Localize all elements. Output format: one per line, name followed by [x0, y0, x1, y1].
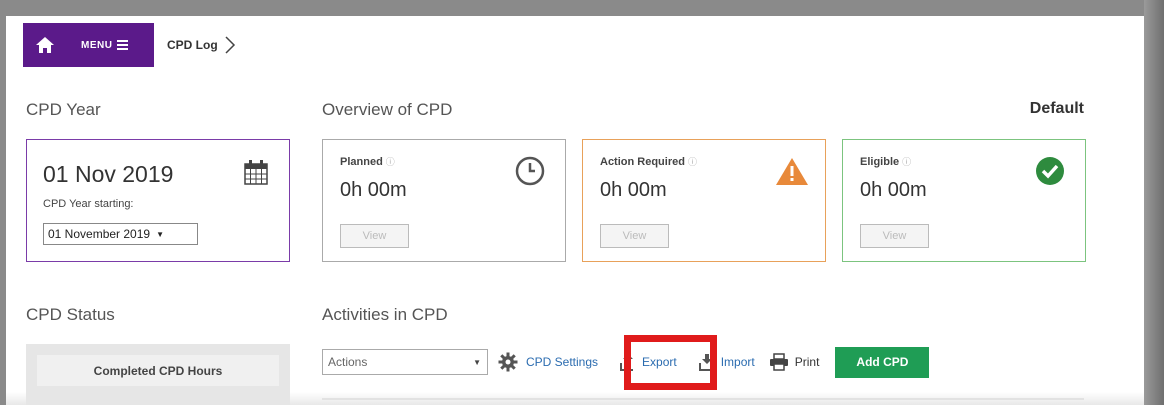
- cpd-year-title: CPD Year: [26, 100, 101, 119]
- print-link[interactable]: Print: [769, 353, 820, 371]
- help-icon[interactable]: ⓘ: [688, 157, 697, 167]
- cpd-settings-label: CPD Settings: [526, 355, 599, 369]
- completed-cpd-hours-label: Completed CPD Hours: [37, 355, 279, 386]
- default-label: Default: [1029, 100, 1084, 117]
- menu-button[interactable]: MENU: [23, 23, 154, 67]
- cpd-year-starting-label: CPD Year starting:: [43, 198, 134, 210]
- cpd-year-card: 01 Nov 2019 CPD Year starting: 01 Novemb…: [26, 139, 290, 262]
- cpd-year-select-value: 01 November 2019: [48, 227, 151, 241]
- printer-icon: [769, 353, 788, 371]
- planned-view-button[interactable]: View: [340, 224, 409, 248]
- check-circle-icon: [1035, 156, 1065, 186]
- planned-label: Planned ⓘ: [340, 156, 395, 168]
- breadcrumb[interactable]: CPD Log: [167, 38, 218, 52]
- eligible-value: 0h 00m: [860, 179, 927, 201]
- planned-card: Planned ⓘ 0h 00m View: [322, 139, 566, 262]
- cpd-status-box: Completed CPD Hours: [26, 344, 290, 405]
- activities-list-divider: [322, 398, 1084, 400]
- import-label: Import: [720, 355, 755, 369]
- planned-value: 0h 00m: [340, 179, 407, 201]
- highlight-box: [624, 335, 717, 390]
- actions-select[interactable]: Actions ▼: [322, 349, 488, 375]
- print-label: Print: [794, 355, 820, 369]
- chevron-right-icon: [224, 36, 236, 54]
- calendar-icon[interactable]: [244, 159, 268, 185]
- action-required-card: Action Required ⓘ 0h 00m View: [582, 139, 826, 262]
- top-bar: MENU CPD Log: [23, 23, 236, 67]
- actions-select-value: Actions: [328, 355, 368, 369]
- clock-icon: [515, 156, 545, 186]
- action-required-view-button[interactable]: View: [600, 224, 669, 248]
- cpd-year-date: 01 Nov 2019: [43, 161, 174, 187]
- cpd-status-title: CPD Status: [26, 305, 115, 324]
- add-cpd-button[interactable]: Add CPD: [835, 346, 930, 378]
- activities-title: Activities in CPD: [322, 305, 448, 324]
- cpd-settings-link[interactable]: CPD Settings: [498, 352, 598, 372]
- menu-label: MENU: [81, 39, 113, 51]
- cpd-year-select[interactable]: 01 November 2019 ▼: [43, 223, 198, 245]
- overview-title: Overview of CPD: [322, 100, 453, 119]
- warning-icon: [775, 156, 808, 186]
- caret-down-icon: ▼: [473, 357, 481, 367]
- eligible-card: Eligible ⓘ 0h 00m View: [842, 139, 1086, 262]
- eligible-view-button[interactable]: View: [860, 224, 929, 248]
- hamburger-icon: [117, 38, 129, 52]
- help-icon[interactable]: ⓘ: [386, 157, 395, 167]
- help-icon[interactable]: ⓘ: [902, 157, 911, 167]
- screen-edge-shade: [1144, 0, 1164, 405]
- gear-icon: [498, 352, 518, 372]
- caret-down-icon: ▼: [156, 229, 164, 239]
- action-required-label: Action Required ⓘ: [600, 156, 697, 168]
- action-required-value: 0h 00m: [600, 179, 667, 201]
- eligible-label: Eligible ⓘ: [860, 156, 912, 168]
- home-icon[interactable]: [35, 35, 55, 55]
